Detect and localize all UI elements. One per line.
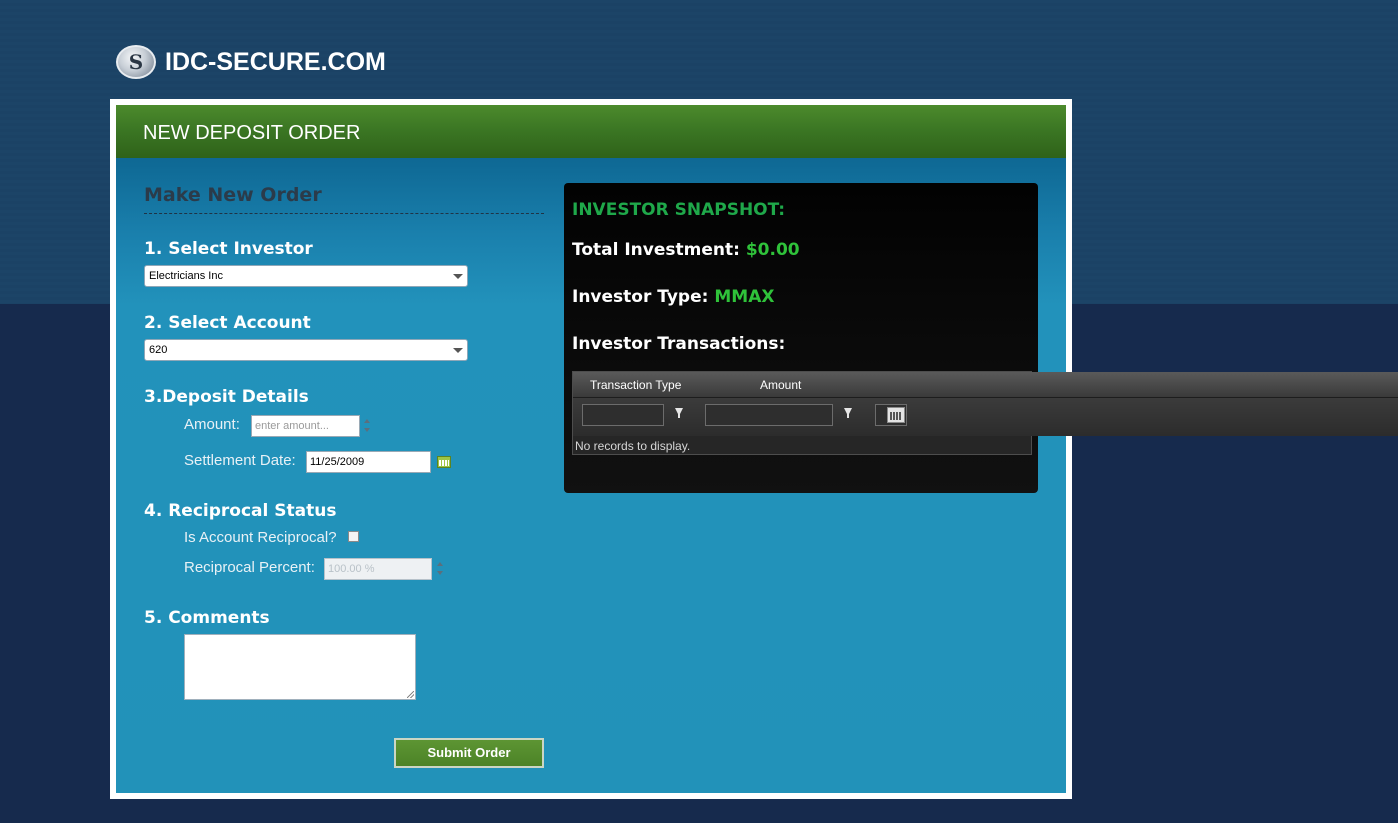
spin-up-icon[interactable]	[364, 419, 370, 423]
grid-filter-row	[573, 398, 1398, 436]
chevron-down-icon	[453, 274, 463, 279]
select-investor-label: 1. Select Investor	[144, 239, 313, 259]
site-logo[interactable]: S IDC-SECURE.COM	[116, 44, 386, 80]
no-records-message: No records to display.	[575, 439, 691, 453]
investor-type-value: MMAX	[714, 287, 775, 307]
total-investment-value: $0.00	[745, 240, 800, 260]
form-heading: Make New Order	[144, 184, 544, 214]
investor-select[interactable]: Electricians Inc	[144, 265, 468, 287]
chevron-down-icon	[453, 348, 463, 353]
investor-select-value: Electricians Inc	[149, 270, 223, 282]
filter-icon[interactable]	[844, 408, 852, 418]
submit-order-button[interactable]: Submit Order	[394, 738, 544, 768]
calendar-icon[interactable]	[437, 456, 451, 468]
total-investment-label: Total Investment:	[572, 240, 740, 260]
settlement-date-label: Settlement Date:	[184, 452, 296, 469]
deposit-details-label: 3.Deposit Details	[144, 387, 309, 407]
comments-label: 5. Comments	[144, 608, 270, 628]
comments-textarea[interactable]	[184, 634, 416, 700]
investor-transactions-label: Investor Transactions:	[572, 334, 786, 354]
idc-logo-icon: S	[116, 45, 156, 79]
investor-snapshot: INVESTOR SNAPSHOT: Total Investment: $0.…	[564, 183, 1398, 493]
reciprocal-question-label: Is Account Reciprocal?	[184, 529, 337, 546]
investor-type-row: Investor Type: MMAX	[572, 287, 774, 307]
deposit-order-panel: NEW DEPOSIT ORDER Make New Order 1. Sele…	[116, 105, 1398, 793]
reciprocal-percent-label: Reciprocal Percent:	[184, 559, 315, 576]
reciprocal-checkbox[interactable]	[348, 531, 359, 542]
account-select-value: 620	[149, 344, 168, 356]
grid-header: Transaction Type Amount	[573, 372, 1398, 398]
amount-input[interactable]: enter amount...	[251, 415, 360, 437]
amount-spinner[interactable]	[363, 417, 371, 435]
amount-label: Amount:	[184, 416, 240, 433]
spin-up-icon[interactable]	[437, 562, 443, 566]
transaction-type-filter-input[interactable]	[582, 404, 664, 426]
reciprocal-status-label: 4. Reciprocal Status	[144, 501, 337, 521]
column-amount[interactable]: Amount	[760, 378, 801, 392]
resize-grip-icon[interactable]	[407, 691, 414, 698]
total-investment-row: Total Investment: $0.00	[572, 240, 800, 260]
panel-title: NEW DEPOSIT ORDER	[143, 122, 361, 144]
investor-type-label: Investor Type:	[572, 287, 709, 307]
select-account-label: 2. Select Account	[144, 313, 311, 333]
snapshot-title: INVESTOR SNAPSHOT:	[572, 200, 786, 220]
filter-icon[interactable]	[675, 408, 683, 418]
spin-down-icon[interactable]	[364, 428, 370, 432]
calendar-icon[interactable]	[887, 407, 905, 423]
spin-down-icon[interactable]	[437, 571, 443, 575]
date-filter-picker[interactable]	[875, 404, 907, 426]
settlement-date-input[interactable]: 11/25/2009	[306, 451, 431, 473]
site-logo-text: IDC-SECURE.COM	[165, 47, 386, 76]
transactions-grid: Transaction Type Amount No records to di…	[572, 371, 1398, 455]
column-transaction-type[interactable]: Transaction Type	[590, 378, 681, 392]
reciprocal-percent-spinner[interactable]	[436, 560, 444, 578]
account-select[interactable]: 620	[144, 339, 468, 361]
panel-header: NEW DEPOSIT ORDER	[116, 105, 1066, 158]
reciprocal-percent-input[interactable]: 100.00 %	[324, 558, 432, 580]
amount-filter-input[interactable]	[705, 404, 833, 426]
